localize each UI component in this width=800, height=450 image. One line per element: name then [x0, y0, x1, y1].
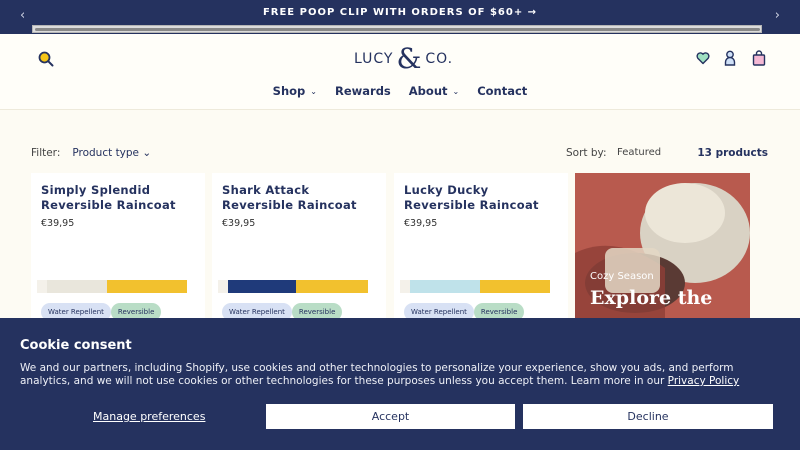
- filter-bar: Filter: Product type ⌄: [31, 147, 151, 159]
- cookie-body-text: We and our partners, including Shopify, …: [20, 362, 734, 387]
- nav-shop-label: Shop: [272, 84, 306, 98]
- product-title[interactable]: Lucky Ducky Reversible Raincoat: [404, 183, 562, 213]
- product-card[interactable]: Shark Attack Reversible Raincoat €39,95 …: [212, 173, 386, 323]
- privacy-policy-link[interactable]: Privacy Policy: [668, 375, 740, 387]
- promo-heading: Explore the: [590, 287, 713, 309]
- accept-button[interactable]: Accept: [266, 404, 515, 429]
- chevron-down-icon: ⌄: [310, 86, 317, 96]
- product-card[interactable]: Lucky Ducky Reversible Raincoat €39,95 W…: [394, 173, 568, 323]
- nav-item-rewards[interactable]: Rewards: [335, 84, 391, 98]
- product-count: 13 products: [697, 147, 768, 159]
- product-price: €39,95: [41, 218, 75, 229]
- product-image[interactable]: [218, 280, 368, 293]
- decline-button[interactable]: Decline: [523, 404, 773, 429]
- chevron-down-icon: ⌄: [452, 86, 460, 96]
- sort-select[interactable]: Featured: [617, 147, 661, 158]
- announcement-text[interactable]: FREE POOP CLIP WITH ORDERS OF $60+ →: [0, 7, 800, 18]
- site-header: LUCY & CO. Shop ⌄ Rewards About ⌄ Contac…: [0, 34, 800, 110]
- cookie-body: We and our partners, including Shopify, …: [20, 362, 780, 388]
- product-type-filter[interactable]: Product type ⌄: [72, 147, 151, 159]
- search-icon[interactable]: [38, 51, 54, 67]
- manage-preferences-link[interactable]: Manage preferences: [93, 410, 205, 423]
- sort-label: Sort by:: [566, 147, 607, 159]
- nav-item-about[interactable]: About ⌄: [409, 84, 459, 98]
- cookie-title: Cookie consent: [20, 338, 132, 353]
- main-nav: Shop ⌄ Rewards About ⌄ Contact: [0, 84, 800, 98]
- product-price: €39,95: [404, 218, 438, 229]
- nav-item-shop[interactable]: Shop ⌄: [273, 84, 317, 98]
- nav-contact-label: Contact: [477, 84, 528, 98]
- heart-icon[interactable]: [696, 50, 710, 66]
- bag-icon[interactable]: [752, 50, 766, 66]
- product-title[interactable]: Shark Attack Reversible Raincoat: [222, 183, 380, 213]
- promo-banner[interactable]: Cozy Season Explore the: [575, 173, 750, 323]
- product-price: €39,95: [222, 218, 256, 229]
- logo-text-left: LUCY: [354, 51, 394, 67]
- logo[interactable]: LUCY & CO.: [354, 42, 452, 75]
- promo-subtitle: Cozy Season: [590, 271, 654, 282]
- nav-about-label: About: [408, 84, 448, 98]
- announcement-bar: ‹ FREE POOP CLIP WITH ORDERS OF $60+ → ›: [0, 0, 800, 34]
- cookie-consent-banner: Cookie consent We and our partners, incl…: [0, 318, 800, 450]
- product-title[interactable]: Simply Splendid Reversible Raincoat: [41, 183, 199, 213]
- horizontal-scrollbar[interactable]: [32, 25, 762, 33]
- logo-ampersand: &: [396, 42, 423, 75]
- product-card[interactable]: Simply Splendid Reversible Raincoat €39,…: [31, 173, 205, 323]
- filter-label: Filter:: [31, 147, 61, 159]
- next-announcement-button[interactable]: ›: [775, 8, 780, 23]
- product-image[interactable]: [37, 280, 187, 293]
- nav-item-contact[interactable]: Contact: [477, 84, 527, 98]
- header-icons: [696, 50, 766, 66]
- nav-rewards-label: Rewards: [334, 84, 391, 98]
- product-image[interactable]: [400, 280, 550, 293]
- scrollbar-thumb[interactable]: [35, 28, 760, 31]
- logo-text-right: CO.: [425, 51, 454, 67]
- account-icon[interactable]: [724, 50, 738, 66]
